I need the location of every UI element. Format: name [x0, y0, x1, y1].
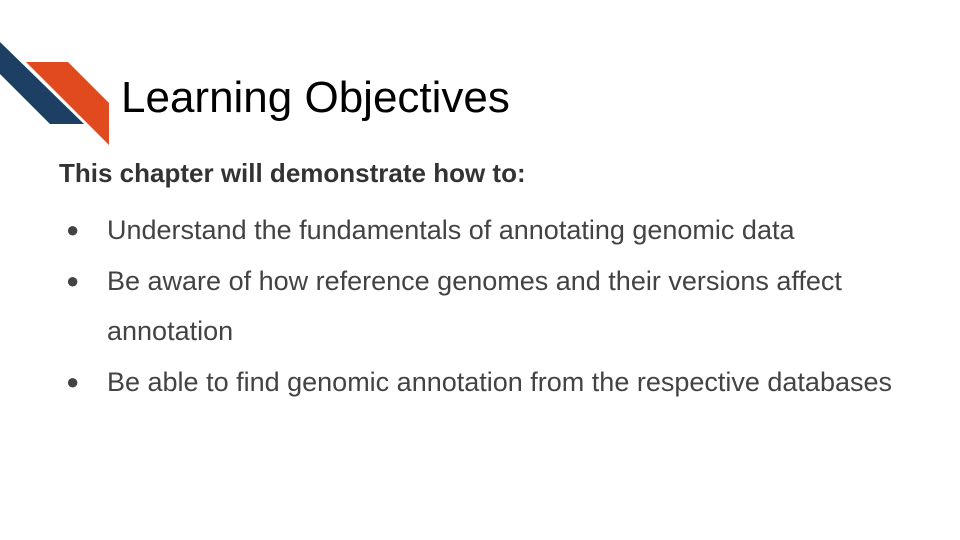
objective-text: Be able to find genomic annotation from …	[107, 366, 892, 397]
bullet-icon: ●	[66, 217, 80, 242]
slide: Learning Objectives This chapter will de…	[0, 0, 960, 540]
objective-text: Be aware of how reference genomes and th…	[107, 265, 842, 347]
objective-text: Understand the fundamentals of annotatin…	[107, 215, 795, 245]
slide-intro: This chapter will demonstrate how to:	[59, 158, 526, 188]
list-item: ● Be able to find genomic annotation fro…	[60, 357, 920, 408]
bullet-icon: ●	[66, 368, 80, 394]
chevron-logo-icon	[0, 42, 109, 145]
objectives-list: ● Understand the fundamentals of annotat…	[60, 205, 920, 407]
slide-title: Learning Objectives	[121, 73, 510, 122]
bullet-icon: ●	[66, 267, 80, 293]
list-item: ● Understand the fundamentals of annotat…	[60, 205, 920, 256]
list-item: ● Be aware of how reference genomes and …	[60, 256, 920, 357]
